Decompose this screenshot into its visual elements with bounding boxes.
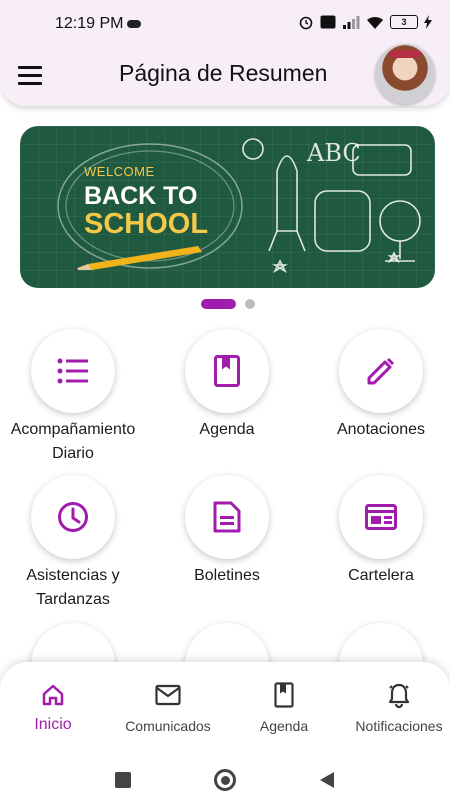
nav-agenda[interactable]: Agenda xyxy=(229,682,339,734)
nav-label: Notificaciones xyxy=(355,718,443,734)
board-icon[interactable] xyxy=(339,475,423,559)
home-button-icon[interactable] xyxy=(214,769,236,791)
clock-icon[interactable] xyxy=(31,475,115,559)
status-bar: 12:19 PM 3 xyxy=(0,0,450,46)
charging-icon xyxy=(424,15,432,29)
nav-label: Agenda xyxy=(259,718,309,734)
menu-label: Acompañamiento Diario xyxy=(10,421,136,462)
promo-banner[interactable]: WELCOME BACK TO SCHOOL ABC xyxy=(20,126,435,288)
menu-agenda[interactable]: Agenda xyxy=(152,329,302,442)
back-icon[interactable] xyxy=(318,770,336,790)
battery-icon: 3 xyxy=(390,15,418,29)
volte-icon xyxy=(320,15,336,29)
bookmark-book-icon xyxy=(229,682,339,708)
carousel-dot[interactable] xyxy=(245,299,255,309)
pencil-illustration-icon xyxy=(72,246,202,270)
page-title: Página de Resumen xyxy=(119,60,328,86)
carousel-indicator xyxy=(201,299,255,309)
menu-acompanamiento-diario[interactable]: Acompañamiento Diario xyxy=(0,329,148,466)
bookmark-book-icon[interactable] xyxy=(185,329,269,413)
menu-label: Anotaciones xyxy=(336,421,426,438)
nav-label: Inicio xyxy=(34,716,72,733)
nav-inicio[interactable]: Inicio xyxy=(0,682,108,734)
status-time: 12:19 PM xyxy=(55,15,124,32)
recents-icon[interactable] xyxy=(115,772,131,788)
menu-asistencias-tardanzas[interactable]: Asistencias y Tardanzas xyxy=(0,475,148,612)
menu-label: Boletines xyxy=(194,567,260,584)
menu-label: Asistencias y Tardanzas xyxy=(26,567,120,608)
banner-welcome: WELCOME xyxy=(84,164,155,179)
banner-title-line2: SCHOOL xyxy=(84,208,209,240)
bottom-navigation: Inicio Comunicados Agenda Notificaciones xyxy=(0,662,450,756)
nav-notificaciones[interactable]: Notificaciones xyxy=(344,682,450,734)
list-icon[interactable] xyxy=(31,329,115,413)
carousel-dot-active[interactable] xyxy=(201,299,236,309)
avatar[interactable] xyxy=(375,44,435,104)
banner-title-line1: BACK TO xyxy=(84,182,198,210)
menu-label: Cartelera xyxy=(348,567,414,584)
pencil-icon[interactable] xyxy=(339,329,423,413)
home-icon xyxy=(0,682,108,708)
signal-icon xyxy=(343,16,360,29)
document-icon[interactable] xyxy=(185,475,269,559)
system-navigation xyxy=(0,756,450,800)
menu-label: Agenda xyxy=(199,421,255,438)
cloud-icon xyxy=(127,20,141,28)
app-bar: Página de Resumen xyxy=(0,44,450,106)
status-icons: 3 xyxy=(298,14,432,30)
wifi-icon xyxy=(367,16,383,29)
mail-icon xyxy=(113,682,223,708)
menu-cartelera[interactable]: Cartelera xyxy=(306,475,450,588)
nav-label: Comunicados xyxy=(125,718,211,734)
menu-boletines[interactable]: Boletines xyxy=(152,475,302,588)
alarm-icon xyxy=(299,16,313,30)
menu-icon[interactable] xyxy=(18,66,42,86)
menu-anotaciones[interactable]: Anotaciones xyxy=(306,329,450,442)
nav-comunicados[interactable]: Comunicados xyxy=(113,682,223,734)
school-doodles-icon: ABC xyxy=(242,138,421,274)
bell-icon xyxy=(344,682,450,708)
